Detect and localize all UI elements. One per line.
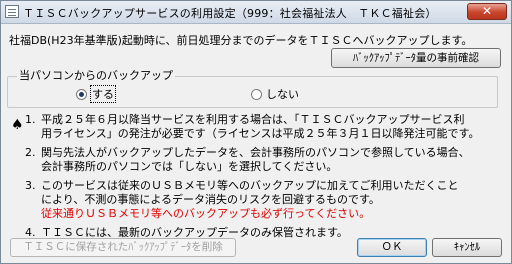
radio-label-no: しない xyxy=(266,88,299,101)
note-line: 用ライセンス」の発注が必要です（ライセンスは平成２５年３月１日以降発注可能です。 xyxy=(41,127,480,140)
close-button[interactable]: ✕ xyxy=(467,3,507,20)
cancel-button[interactable]: ｷｬﾝｾﾙ xyxy=(432,238,502,257)
delete-tisc-data-button[interactable]: ＴＩＳＣに保存されたﾊﾞｯｸｱｯﾌﾟﾃﾞｰﾀを削除 xyxy=(10,238,236,257)
radio-option-yes[interactable]: する xyxy=(76,85,116,103)
note-warning-line: 従来通りＵＳＢメモリ等へのバックアップも必ず行ってください。 xyxy=(41,207,371,220)
note-number: 2. xyxy=(25,146,36,159)
note-number: 3. xyxy=(25,179,36,192)
note-line: このサービスは従来のＵＳＢメモリ等へのバックアップに加えてご利用いただくこと xyxy=(41,179,459,192)
note-line: 平成２５年６月以降当サービスを利用する場合は、「ＴＩＳＣバックアップサービス利 xyxy=(41,113,465,126)
note-line: により、不測の事態によるデータ消失のリスクを回避するものです。 xyxy=(41,193,380,206)
description-text: 社福DB(H23年基準版)起動時に、前日処理分までのデータをＴＩＳＣへバックアッ… xyxy=(9,34,473,47)
note-item: 1. 平成２５年６月以降当サービスを利用する場合は、「ＴＩＳＣバックアップサービ… xyxy=(25,113,507,141)
spade-icon: ♠ xyxy=(11,117,24,133)
note-number: 1. xyxy=(25,113,36,126)
note-line: 関与先法人がバックアップしたデータを、会計事務所のパソコンで参照している場合、 xyxy=(41,146,470,159)
app-icon xyxy=(5,5,19,18)
window-title: ＴＩＳＣバックアップサービスの利用設定（999：社会福祉法人 ＴＫＣ福祉会） xyxy=(23,7,437,20)
note-item: 2. 関与先法人がバックアップしたデータを、会計事務所のパソコンで参照している場… xyxy=(25,146,507,174)
radio-option-no[interactable]: しない xyxy=(251,86,299,102)
title-bar: ＴＩＳＣバックアップサービスの利用設定（999：社会福祉法人 ＴＫＣ福祉会） ✕ xyxy=(1,1,511,24)
ok-button[interactable]: ＯＫ xyxy=(357,238,427,257)
radio-unchecked-icon[interactable] xyxy=(251,88,262,100)
settings-dialog: ＴＩＳＣバックアップサービスの利用設定（999：社会福祉法人 ＴＫＣ福祉会） ✕… xyxy=(0,0,512,264)
radio-label-yes: する xyxy=(90,85,116,103)
confirm-data-size-button[interactable]: ﾊﾞｯｸｱｯﾌﾟﾃﾞｰﾀ量の事前確認 xyxy=(331,48,501,68)
backup-option-legend: 当パソコンからのバックアップ xyxy=(17,67,175,83)
notes-list: 1. 平成２５年６月以降当サービスを利用する場合は、「ＴＩＳＣバックアップサービ… xyxy=(25,113,507,245)
note-line: 会計事務所のパソコンでは「しない」を選択してください。 xyxy=(41,160,338,173)
radio-checked-icon[interactable] xyxy=(76,88,87,100)
note-item: 3. このサービスは従来のＵＳＢメモリ等へのバックアップに加えてご利用いただくこ… xyxy=(25,179,507,221)
